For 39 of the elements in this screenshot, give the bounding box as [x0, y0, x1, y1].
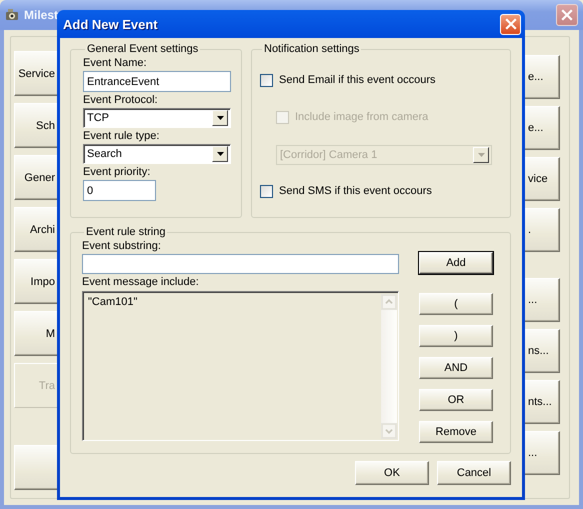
- checkbox-label: Send SMS if this event occours: [279, 185, 432, 197]
- group-title: Notification settings: [263, 43, 360, 55]
- checkbox-label: Include image from camera: [295, 111, 428, 123]
- field-label: Event Protocol:: [83, 93, 159, 108]
- input-field[interactable]: EntranceEvent: [83, 71, 231, 92]
- close-button[interactable]: [556, 4, 578, 26]
- caret-icon: [478, 153, 484, 157]
- scroll-down-icon[interactable]: [381, 423, 397, 439]
- field-label: Event message include:: [82, 275, 200, 290]
- field-label: Event Name:: [83, 56, 148, 71]
- close-icon: [504, 17, 518, 31]
- dropdown[interactable]: Search: [83, 144, 231, 164]
- checkbox[interactable]: [260, 74, 273, 86]
- rule-button[interactable]: OR: [419, 389, 493, 411]
- checkbox[interactable]: [260, 184, 273, 198]
- checkbox-label: Send Email if this event occours: [279, 74, 436, 86]
- dropdown[interactable]: TCP: [83, 108, 231, 128]
- close-icon: [560, 8, 574, 22]
- group-title: Event rule string: [85, 226, 166, 238]
- input-field[interactable]: [82, 254, 399, 274]
- rule-button[interactable]: Remove: [419, 421, 493, 443]
- field-label: Event priority:: [83, 165, 152, 180]
- input-field[interactable]: 0: [83, 180, 156, 201]
- dialog-button[interactable]: Cancel: [437, 461, 511, 485]
- caret-icon: [216, 116, 224, 120]
- scroll-up-icon[interactable]: [381, 294, 397, 310]
- rule-button[interactable]: Add: [419, 252, 493, 274]
- dialog-button[interactable]: OK: [355, 461, 429, 485]
- rule-button[interactable]: AND: [419, 357, 493, 379]
- window-title: Milest: [24, 8, 58, 22]
- caret-icon: [216, 152, 224, 156]
- field-label: Event substring:: [82, 239, 162, 254]
- program-icon: [4, 7, 20, 23]
- dialog-title: Add New Event: [63, 16, 158, 32]
- list-item[interactable]: "Cam101": [88, 296, 138, 308]
- field-label: Event rule type:: [83, 129, 160, 144]
- group-title: General Event settings: [86, 43, 200, 55]
- rule-button[interactable]: ): [419, 325, 493, 347]
- rule-button[interactable]: (: [419, 293, 493, 315]
